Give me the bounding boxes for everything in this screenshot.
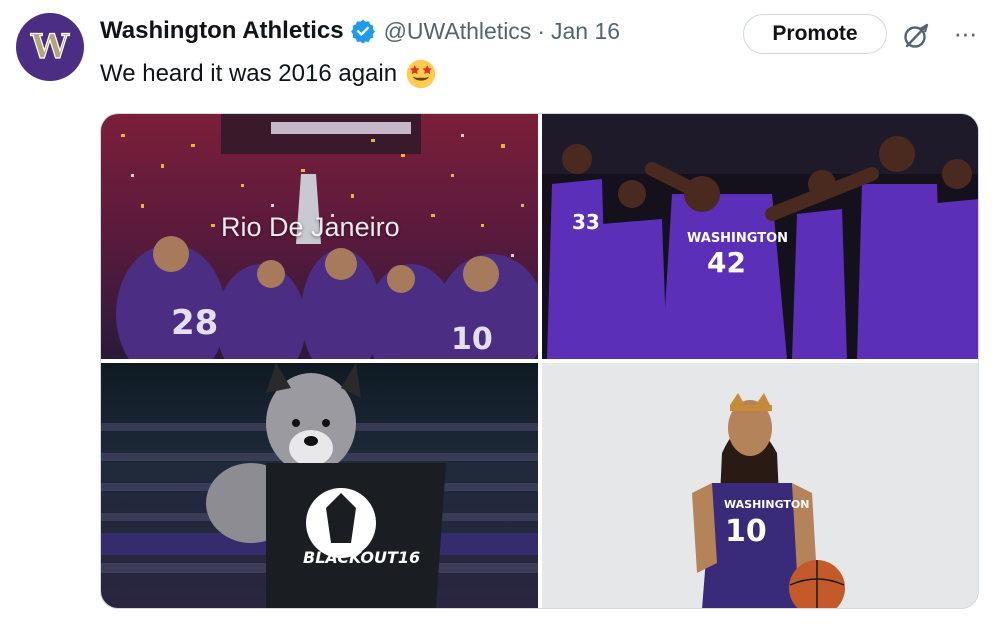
svg-text:42: 42	[707, 246, 746, 279]
svg-text:33: 33	[572, 210, 600, 234]
tweet-date[interactable]: Jan 16	[551, 18, 620, 45]
separator-dot: ·	[537, 17, 545, 44]
tweet-body: We heard it was 2016 again	[100, 60, 398, 87]
promote-button[interactable]: Promote	[743, 14, 887, 54]
media-image-mascot[interactable]: BLACKOUT16	[101, 363, 538, 608]
tweet-text: We heard it was 2016 again	[100, 58, 437, 90]
media-image-player-portrait[interactable]: WASHINGTON 10	[542, 363, 978, 608]
svg-text:W: W	[30, 30, 70, 64]
svg-text:10: 10	[725, 514, 767, 549]
verified-badge-icon[interactable]	[350, 18, 376, 44]
image-overlay-caption: Rio De Janeiro	[221, 212, 400, 242]
svg-text:28: 28	[171, 303, 218, 343]
svg-text:10: 10	[451, 322, 493, 357]
media-grid: 28 10 Rio De Janeiro 33 WASHINGTON 42 BL…	[100, 113, 979, 609]
star-struck-emoji-icon	[406, 59, 436, 89]
svg-text:WASHINGTON: WASHINGTON	[687, 231, 788, 246]
grok-icon[interactable]	[900, 20, 932, 52]
svg-text:BLACKOUT16: BLACKOUT16	[303, 548, 420, 567]
tweet-header: Washington Athletics @UWAthletics · Jan …	[100, 14, 620, 48]
author-name[interactable]: Washington Athletics	[100, 17, 344, 45]
more-options-icon[interactable]: ···	[948, 18, 982, 48]
player-portrait-photo: WASHINGTON 10	[542, 363, 978, 608]
author-handle[interactable]: @UWAthletics	[384, 18, 532, 45]
media-image-celebration[interactable]: 28 10 Rio De Janeiro	[101, 114, 538, 359]
basketball-team-photo: 33 WASHINGTON 42	[542, 114, 978, 359]
mascot-photo: BLACKOUT16	[101, 363, 538, 608]
avatar[interactable]: W	[16, 13, 84, 81]
uw-logo-icon: W	[29, 30, 70, 64]
svg-text:WASHINGTON: WASHINGTON	[724, 498, 809, 511]
media-image-basketball-team[interactable]: 33 WASHINGTON 42	[542, 114, 978, 359]
